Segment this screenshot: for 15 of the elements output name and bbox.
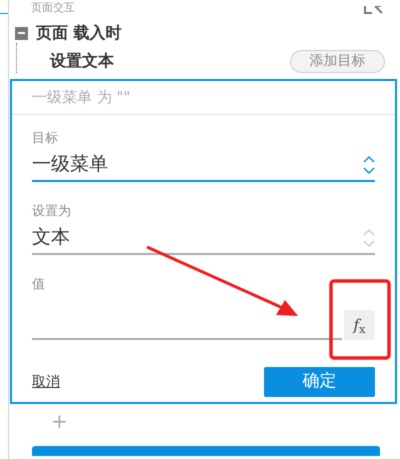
cancel-link[interactable]: 取消 bbox=[32, 372, 60, 392]
action-label: 设置文本 bbox=[50, 50, 114, 72]
collapse-icon[interactable] bbox=[364, 6, 384, 14]
event-label: 页面 载入时 bbox=[36, 22, 122, 44]
action-summary: 一级菜单 为 "" bbox=[12, 81, 395, 115]
panel-title: 页面交互 bbox=[31, 2, 75, 14]
dropdown-field[interactable]: 文本 bbox=[32, 222, 375, 255]
field-label: 目标 bbox=[32, 130, 59, 148]
function-button[interactable]: f$_{x}$ bbox=[344, 310, 375, 340]
field-label: 设置为 bbox=[32, 203, 72, 221]
field-label: 值 bbox=[32, 276, 46, 294]
dropdown-field[interactable]: 一级菜单 bbox=[32, 149, 375, 182]
collapse-toggle[interactable] bbox=[15, 26, 28, 40]
chevron-icon bbox=[363, 154, 375, 174]
chevron-icon bbox=[363, 228, 375, 248]
